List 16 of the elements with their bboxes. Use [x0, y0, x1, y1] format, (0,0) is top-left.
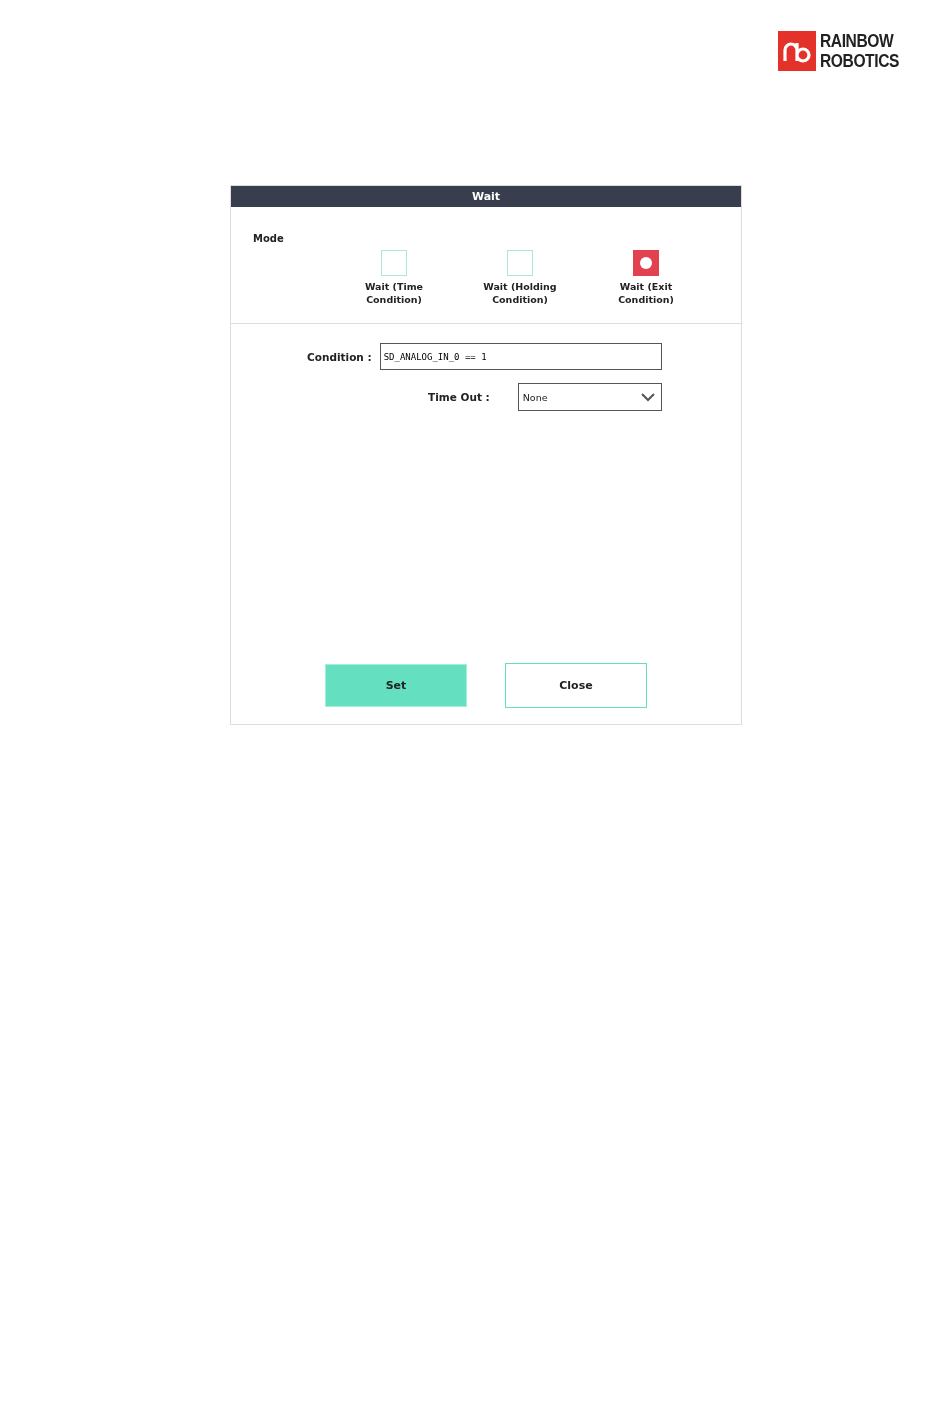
logo-text: RAINBOW: [820, 31, 895, 51]
set-button[interactable]: Set: [325, 664, 467, 707]
radio-label: Wait (Time Condition): [363, 280, 425, 306]
radio-label: Wait (Holding Condition): [482, 280, 558, 306]
dialog-title: Wait: [231, 186, 741, 207]
condition-field[interactable]: SD_ANALOG_IN_0 == 1: [379, 343, 662, 370]
logo-text: ROBOTICS: [820, 51, 899, 71]
time-out-dropdown[interactable]: None: [517, 383, 662, 411]
logo-icon: [778, 31, 816, 71]
time-out-label: Time Out :: [428, 391, 490, 403]
radio-button[interactable]: [633, 250, 659, 276]
mode-label: Mode: [253, 233, 284, 244]
radio-label: Wait (Exit Condition): [617, 280, 675, 306]
condition-label: Condition :: [307, 350, 372, 363]
chevron-down-icon: [640, 392, 655, 402]
close-button[interactable]: Close: [505, 663, 647, 708]
